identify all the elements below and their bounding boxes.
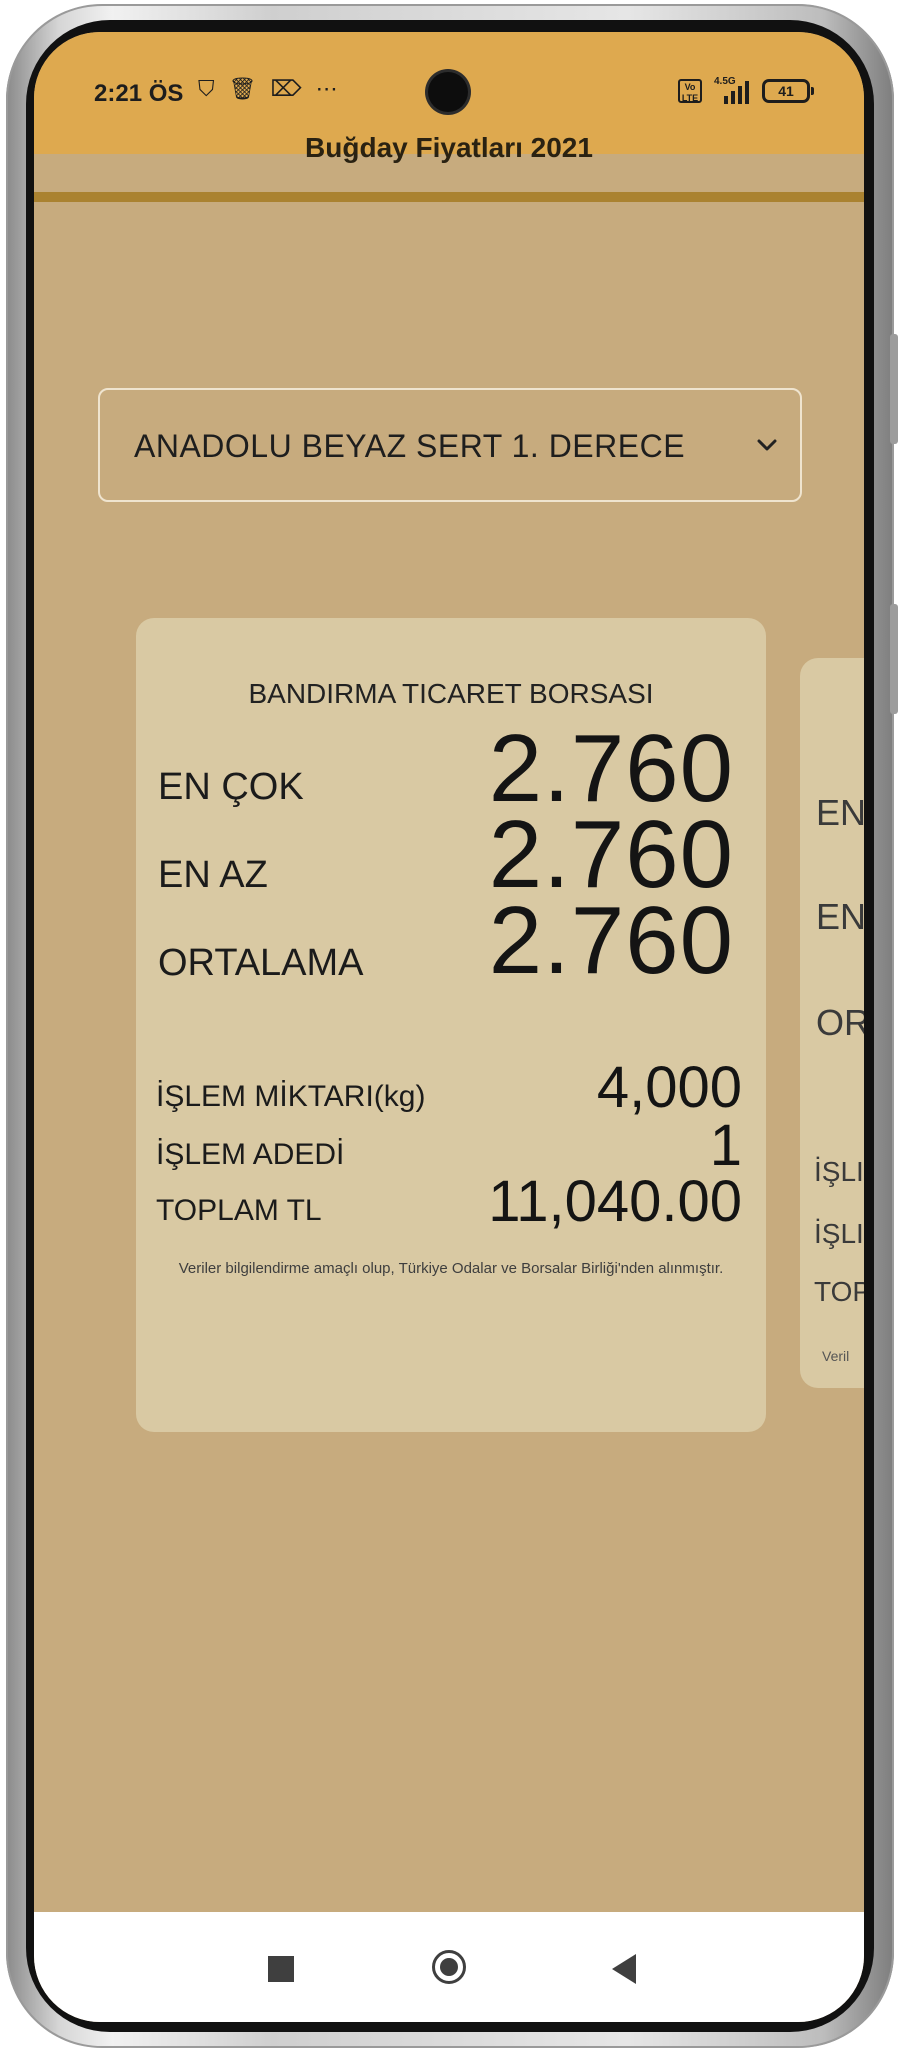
next-card-label-5: İŞLI [814,1218,864,1249]
min-price-label: EN AZ [158,854,268,896]
next-card-label-6: TOP [814,1276,864,1307]
status-time: 2:21 ÖS [94,80,184,107]
next-card-label-3: OR [816,1002,864,1043]
system-nav-bar [34,1912,864,2022]
avg-price-label: ORTALAMA [158,942,364,984]
quantity-label: İŞLEM MİKTARI(kg) [156,1080,426,1113]
dropdown-selected-value: ANADOLU BEYAZ SERT 1. DERECE [134,428,686,464]
source-footnote: Veriler bilgilendirme amaçlı olup, Türki… [178,1260,724,1277]
power-button [890,604,898,714]
total-label: TOPLAM TL [156,1194,322,1227]
status-bar: 2:21 ÖS ⛉ 🗑 ⌦ ⋯ Vo LTE 4.5G 41 Buğday Fi… [34,32,864,163]
trash-icon: 🗑 [228,76,257,101]
volume-button [890,334,898,444]
next-card-label-1: EN [816,792,864,833]
next-card-label-2: EN [816,896,864,937]
next-price-card[interactable]: EN EN OR İŞLI İŞLI TOP Veril [800,658,864,1388]
back-button[interactable] [612,1954,636,1984]
signal-icon: 4.5G [714,76,750,104]
next-card-note: Veril [822,1348,850,1364]
status-right-icons: Vo LTE 4.5G 41 [678,76,814,104]
wheat-type-dropdown[interactable]: ANADOLU BEYAZ SERT 1. DERECE [98,388,802,502]
app-title: Buğday Fiyatları 2021 [305,132,593,163]
avg-price-value: 2.760 [488,887,734,994]
recents-button[interactable] [268,1956,294,1982]
battery-icon: 41 [762,79,814,103]
phone-frame: 2:21 ÖS ⛉ 🗑 ⌦ ⋯ Vo LTE 4.5G 41 Buğday Fi… [6,4,898,2048]
volte-icon: Vo LTE [678,79,702,103]
screen: 2:21 ÖS ⛉ 🗑 ⌦ ⋯ Vo LTE 4.5G 41 Buğday Fi… [34,32,864,2022]
notification-icons: ⛉ 🗑 ⌦ ⋯ [198,76,338,102]
next-card-label-4: İŞLI [814,1156,864,1187]
more-icon: ⋯ [315,76,338,101]
app-bar-divider [34,192,864,202]
total-value: 11,040.00 [488,1169,742,1234]
shield-icon: ⛉ [198,76,215,101]
chevron-down-icon [757,439,777,451]
quantity-value: 4,000 [596,1055,742,1120]
home-button[interactable] [432,1950,466,1984]
cursor-icon: ⌦ [270,76,302,101]
exchange-name: BANDIRMA TICARET BORSASI [248,678,654,709]
max-price-label: EN ÇOK [158,766,304,808]
price-card[interactable]: BANDIRMA TICARET BORSASI EN ÇOK 2.760 EN… [136,618,766,1432]
transaction-count-label: İŞLEM ADEDİ [156,1138,345,1171]
front-camera [428,72,468,112]
